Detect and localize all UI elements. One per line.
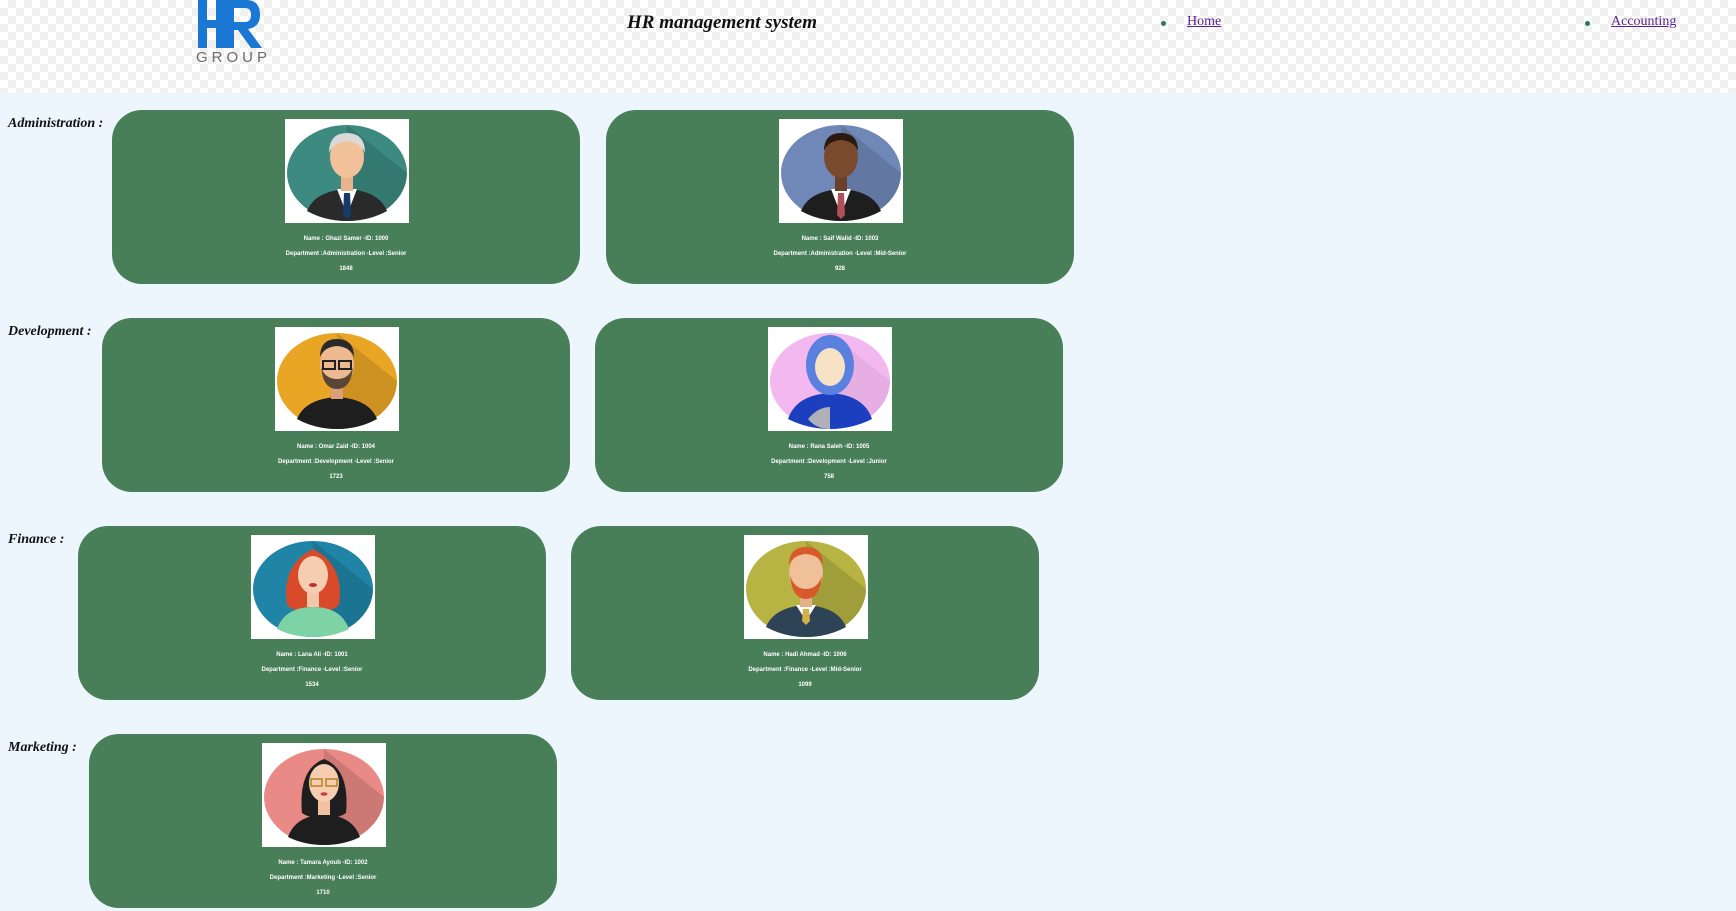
employee-number: 1099: [798, 682, 812, 688]
employee-name: Name : Rana Saleh -ID: 1005: [788, 444, 870, 450]
list-bullet-icon: [1585, 21, 1590, 26]
employee-card[interactable]: Name : Tamara Ayoub -ID: 1002 Department…: [89, 734, 557, 908]
department-label-administration: Administration :: [8, 116, 104, 131]
employee-name: Name : Hadi Ahmad -ID: 1006: [763, 652, 847, 658]
employee-number: 758: [823, 474, 834, 480]
employee-card[interactable]: Name : Lana Ali -ID: 1001 Department :Fi…: [78, 526, 546, 700]
logo-subtitle: GROUP: [196, 49, 272, 66]
employee-photo: [285, 119, 409, 223]
employee-number: 1848: [339, 266, 353, 272]
red-hair-woman-avatar-icon: [253, 541, 373, 637]
ginger-beard-man-avatar-icon: [746, 541, 866, 637]
employee-name: Name : Ghazi Samer -ID: 1000: [303, 236, 389, 242]
department-label-finance: Finance :: [8, 532, 65, 547]
employee-department-level: Department :Finance -Level :Senior: [261, 667, 363, 673]
employee-name: Name : Tamara Ayoub -ID: 1002: [278, 860, 368, 866]
nav-link-accounting[interactable]: Accounting: [1611, 14, 1676, 29]
department-label-development: Development :: [8, 324, 92, 339]
employee-photo: [744, 535, 868, 639]
employee-number: 928: [834, 266, 845, 272]
businessman-avatar-icon: [781, 125, 901, 221]
woman-glasses-avatar-icon: [264, 749, 384, 845]
page-title: HR management system: [627, 12, 817, 33]
employee-card[interactable]: Name : Omar Zaid -ID: 1004 Department :D…: [102, 318, 570, 492]
nav-item-home: Home: [1161, 14, 1221, 30]
employee-photo: [275, 327, 399, 431]
bearded-man-glasses-avatar-icon: [277, 333, 397, 429]
employee-card[interactable]: Name : Saif Walid -ID: 1003 Department :…: [606, 110, 1074, 284]
list-bullet-icon: [1161, 21, 1166, 26]
employee-name: Name : Saif Walid -ID: 1003: [801, 236, 879, 242]
employee-card[interactable]: Name : Hadi Ahmad -ID: 1006 Department :…: [571, 526, 1039, 700]
employee-name: Name : Omar Zaid -ID: 1004: [296, 444, 376, 450]
employee-number: 1534: [305, 682, 319, 688]
employee-photo: [262, 743, 386, 847]
employee-card[interactable]: Name : Rana Saleh -ID: 1005 Department :…: [595, 318, 1063, 492]
employee-name: Name : Lana Ali -ID: 1001: [276, 652, 348, 658]
nav-link-home[interactable]: Home: [1187, 14, 1221, 29]
employee-photo: [768, 327, 892, 431]
employee-department-level: Department :Finance -Level :Mid-Senior: [748, 667, 862, 673]
employee-department-level: Department :Development -Level :Senior: [277, 459, 395, 465]
employee-department-level: Department :Administration -Level :Senio…: [285, 251, 407, 257]
employee-photo: [779, 119, 903, 223]
employee-number: 1723: [329, 474, 343, 480]
employee-department-level: Department :Administration -Level :Mid-S…: [773, 251, 907, 257]
old-man-avatar-icon: [287, 125, 407, 221]
woman-hijab-avatar-icon: [770, 333, 890, 429]
employee-department-level: Department :Development -Level :Junior: [771, 459, 887, 465]
employee-card[interactable]: Name : Ghazi Samer -ID: 1000 Department …: [112, 110, 580, 284]
employee-number: 1710: [316, 890, 330, 896]
department-label-marketing: Marketing :: [8, 740, 77, 755]
nav-item-accounting: Accounting: [1585, 14, 1676, 30]
employee-photo: [251, 535, 375, 639]
site-header: GROUP HR management system Home Accounti…: [0, 0, 1736, 93]
employee-department-level: Department :Marketing -Level :Senior: [269, 875, 377, 881]
